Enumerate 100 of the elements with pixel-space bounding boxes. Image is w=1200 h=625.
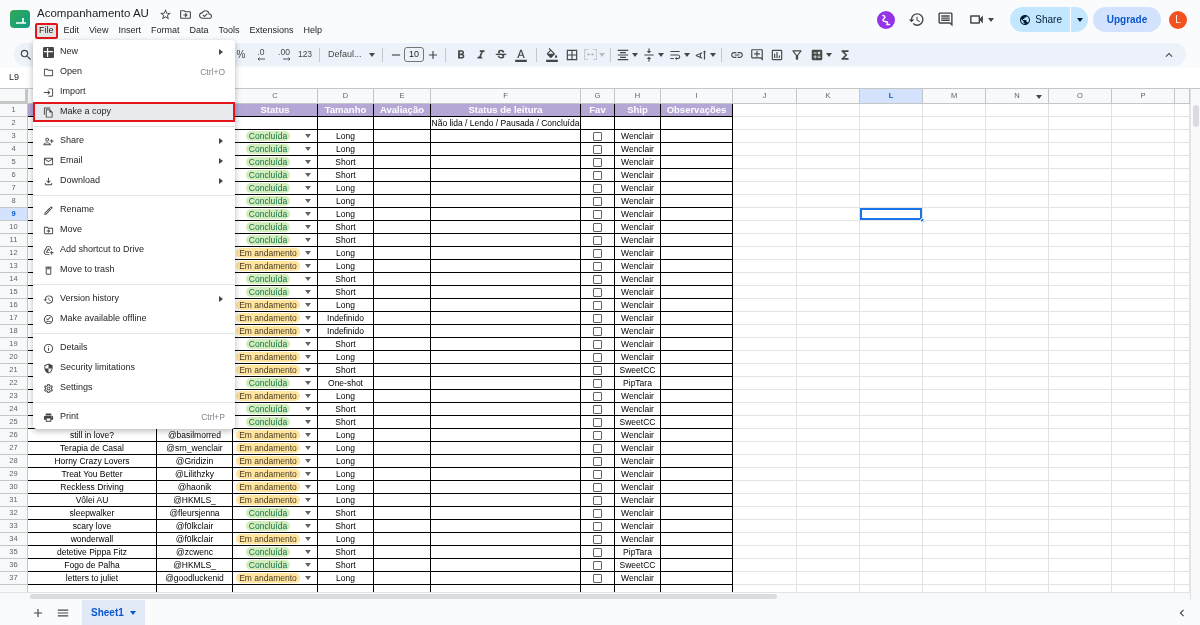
caret-icon[interactable]: [988, 17, 995, 22]
status-chip[interactable]: Concluída: [245, 547, 291, 557]
add-comment-icon[interactable]: [750, 47, 764, 62]
scrollbar-thumb[interactable]: [1192, 105, 1199, 127]
checkbox[interactable]: [593, 469, 602, 479]
checkbox[interactable]: [593, 209, 602, 219]
caret-icon[interactable]: [305, 511, 311, 515]
caret-icon[interactable]: [305, 446, 311, 450]
checkbox[interactable]: [593, 560, 602, 570]
status-chip[interactable]: Concluída: [245, 131, 291, 141]
status-chip[interactable]: Em andamento: [236, 248, 300, 258]
menu-item[interactable]: Make a copy: [33, 102, 235, 122]
checkbox[interactable]: [593, 365, 602, 375]
menu-item[interactable]: Rename: [33, 200, 235, 220]
menu-item[interactable]: Share: [33, 131, 235, 151]
checkbox[interactable]: [593, 547, 602, 557]
status-chip[interactable]: Concluída: [245, 378, 291, 388]
menu-bar-item[interactable]: View: [85, 23, 113, 39]
menu-item[interactable]: Move to trash: [33, 260, 235, 280]
caret-icon[interactable]: [305, 394, 311, 398]
paint-bucket-icon[interactable]: [545, 47, 559, 62]
status-chip[interactable]: Em andamento: [236, 573, 300, 583]
checkbox[interactable]: [593, 326, 602, 336]
caret-icon[interactable]: [305, 303, 311, 307]
menu-item[interactable]: Move: [33, 220, 235, 240]
selection-handle-icon[interactable]: [920, 218, 925, 223]
history-icon[interactable]: [908, 11, 926, 28]
menu-item[interactable]: Open Ctrl+O: [33, 62, 235, 82]
caret-icon[interactable]: [305, 264, 311, 268]
caret-icon[interactable]: [305, 160, 311, 164]
menu-item[interactable]: Details: [33, 338, 235, 358]
folder-arrow-icon[interactable]: [178, 7, 192, 21]
menu-bar-item[interactable]: Data: [185, 23, 213, 39]
menu-item[interactable]: Security limitations: [33, 358, 235, 378]
checkbox[interactable]: [593, 339, 602, 349]
menu-bar-item[interactable]: Extensions: [245, 23, 298, 39]
menu-bar-item[interactable]: Edit: [59, 23, 84, 39]
caret-icon[interactable]: [305, 550, 311, 554]
status-chip[interactable]: Em andamento: [236, 326, 300, 336]
status-chip[interactable]: Concluída: [245, 287, 291, 297]
status-chip[interactable]: Concluída: [245, 235, 291, 245]
borders-icon[interactable]: [565, 47, 579, 62]
align-icon[interactable]: [616, 47, 630, 62]
checkbox[interactable]: [593, 508, 602, 518]
checkbox[interactable]: [593, 495, 602, 505]
status-chip[interactable]: Concluída: [245, 339, 291, 349]
caret-icon[interactable]: [305, 251, 311, 255]
number-format-button[interactable]: 123: [296, 45, 314, 64]
calculator-icon[interactable]: [810, 47, 824, 62]
caret-icon[interactable]: [305, 199, 311, 203]
caret-icon[interactable]: [305, 316, 311, 320]
caret-icon[interactable]: [305, 485, 311, 489]
status-chip[interactable]: Concluída: [245, 521, 291, 531]
checkbox[interactable]: [593, 417, 602, 427]
status-chip[interactable]: Em andamento: [236, 534, 300, 544]
status-chip[interactable]: Concluída: [245, 560, 291, 570]
checkbox[interactable]: [593, 248, 602, 258]
caret-icon[interactable]: [305, 277, 311, 281]
status-chip[interactable]: Concluída: [245, 144, 291, 154]
checkbox[interactable]: [593, 443, 602, 453]
caret-icon[interactable]: [305, 524, 311, 528]
caret-icon[interactable]: [305, 472, 311, 476]
caret-icon[interactable]: [305, 576, 311, 580]
checkbox[interactable]: [593, 196, 602, 206]
checkbox[interactable]: [593, 300, 602, 310]
caret-icon[interactable]: [305, 459, 311, 463]
cloud-check-icon[interactable]: [198, 7, 212, 21]
checkbox[interactable]: [593, 521, 602, 531]
text-rotation-icon[interactable]: [694, 47, 708, 62]
status-chip[interactable]: Concluída: [245, 170, 291, 180]
vertical-align-icon[interactable]: [642, 47, 656, 62]
caret-icon[interactable]: [826, 52, 832, 57]
status-chip[interactable]: Concluída: [245, 274, 291, 284]
status-chip[interactable]: Concluída: [245, 508, 291, 518]
checkbox[interactable]: [593, 430, 602, 440]
caret-icon[interactable]: [710, 52, 716, 57]
status-chip[interactable]: Em andamento: [236, 482, 300, 492]
status-chip[interactable]: Concluída: [245, 196, 291, 206]
status-chip[interactable]: Concluída: [245, 417, 291, 427]
caret-icon[interactable]: [1036, 95, 1042, 99]
star-icon[interactable]: [158, 7, 172, 21]
checkbox[interactable]: [593, 274, 602, 284]
caret-icon[interactable]: [632, 52, 638, 57]
increase-decimals-button[interactable]: .00: [272, 45, 296, 64]
menu-bar-item[interactable]: Insert: [114, 23, 145, 39]
caret-icon[interactable]: [305, 537, 311, 541]
menu-item[interactable]: Import: [33, 82, 235, 102]
upgrade-button[interactable]: Upgrade: [1093, 7, 1161, 32]
caret-icon[interactable]: [305, 368, 311, 372]
sheet-tab[interactable]: Sheet1: [82, 600, 145, 625]
status-chip[interactable]: Em andamento: [236, 352, 300, 362]
caret-icon[interactable]: [305, 407, 311, 411]
font-select[interactable]: Defaul...: [325, 45, 377, 64]
checkbox[interactable]: [593, 222, 602, 232]
status-chip[interactable]: Em andamento: [236, 495, 300, 505]
menu-bar-item[interactable]: Format: [146, 23, 184, 39]
checkbox[interactable]: [593, 456, 602, 466]
caret-icon[interactable]: [369, 52, 375, 57]
status-chip[interactable]: Concluída: [245, 404, 291, 414]
caret-icon[interactable]: [305, 290, 311, 294]
